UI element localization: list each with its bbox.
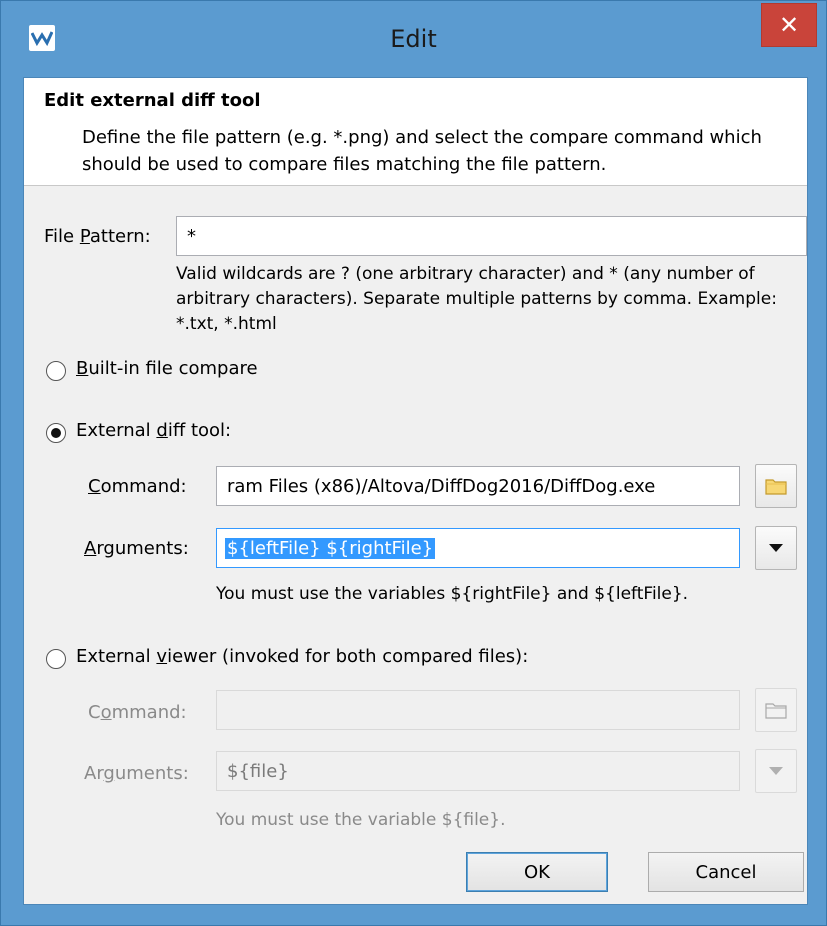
file-pattern-value: * <box>187 225 196 247</box>
external-viewer-radio[interactable] <box>46 649 66 669</box>
viewer-arguments-label: Arguments: <box>84 763 189 784</box>
dialog-window: Edit ✕ Edit external diff tool Define th… <box>0 0 827 926</box>
window-title: Edit <box>390 25 437 53</box>
viewer-arguments-value: ${file} <box>227 760 289 782</box>
viewer-command-input[interactable] <box>216 690 740 730</box>
diff-command-value: ram Files (x86)/Altova/DiffDog2016/DiffD… <box>227 475 656 497</box>
diff-arguments-help: You must use the variables ${rightFile} … <box>216 584 689 604</box>
diff-arguments-rest: rguments: <box>96 538 189 559</box>
file-pattern-label-prefix: File <box>44 226 80 247</box>
diff-arguments-label: Arguments: <box>84 538 189 559</box>
folder-icon <box>765 479 787 495</box>
file-pattern-label: File Pattern: <box>44 226 151 247</box>
folder-icon <box>765 703 787 719</box>
chevron-down-icon <box>769 767 783 775</box>
builtin-mnemonic: B <box>76 358 89 379</box>
external-diff-label-prefix: External <box>76 420 157 441</box>
viewer-command-prefix: C <box>88 702 101 723</box>
file-pattern-input[interactable]: * <box>176 216 807 256</box>
cancel-button[interactable]: Cancel <box>648 852 804 892</box>
header-description: Define the file pattern (e.g. *.png) and… <box>82 127 762 175</box>
diff-command-browse-button[interactable] <box>755 464 797 508</box>
title-bar[interactable]: Edit ✕ <box>1 1 826 77</box>
diff-command-rest: ommand: <box>100 476 187 497</box>
viewer-arguments-dropdown-button[interactable] <box>755 749 797 793</box>
viewer-arguments-help: You must use the variable ${file}. <box>216 810 506 830</box>
file-pattern-label-mnemonic: P <box>79 226 90 247</box>
diff-arguments-dropdown-button[interactable] <box>755 526 797 570</box>
close-button[interactable]: ✕ <box>761 3 817 47</box>
viewer-arguments-input[interactable]: ${file} <box>216 751 740 791</box>
external-diff-radio[interactable] <box>46 423 66 443</box>
external-viewer-label[interactable]: External viewer (invoked for both compar… <box>76 646 528 667</box>
viewer-command-label: Command: <box>88 702 187 723</box>
builtin-compare-radio[interactable] <box>46 361 66 381</box>
diff-arguments-mnemonic: A <box>84 538 97 559</box>
viewer-command-rest: mmand: <box>111 702 187 723</box>
dialog-header: Edit external diff tool Define the file … <box>24 78 807 186</box>
file-pattern-label-suffix: attern: <box>89 226 151 247</box>
dialog-body: Edit external diff tool Define the file … <box>23 77 808 905</box>
file-pattern-help: Valid wildcards are ? (one arbitrary cha… <box>176 264 777 334</box>
viewer-arguments-prefix: Ar <box>84 763 104 784</box>
chevron-down-icon <box>769 544 783 552</box>
external-viewer-label-suffix: iewer (invoked for both compared files): <box>167 646 529 667</box>
external-diff-mnemonic: d <box>156 420 168 441</box>
ok-button[interactable]: OK <box>466 852 608 892</box>
diff-command-mnemonic: C <box>88 476 101 497</box>
external-diff-label-suffix: iff tool: <box>167 420 232 441</box>
external-viewer-label-prefix: External <box>76 646 157 667</box>
diff-arguments-input[interactable]: ${leftFile} ${rightFile} <box>216 528 740 568</box>
builtin-label-rest: uilt-in file compare <box>88 358 258 379</box>
diff-command-input[interactable]: ram Files (x86)/Altova/DiffDog2016/DiffD… <box>216 466 740 506</box>
external-diff-label[interactable]: External diff tool: <box>76 420 231 441</box>
viewer-command-browse-button[interactable] <box>755 688 797 732</box>
close-icon: ✕ <box>778 11 800 39</box>
builtin-compare-label[interactable]: Built-in file compare <box>76 358 258 379</box>
header-title: Edit external diff tool <box>44 90 261 111</box>
viewer-arguments-rest: uments: <box>114 763 189 784</box>
external-viewer-mnemonic: v <box>156 646 168 667</box>
diff-command-label: Command: <box>88 476 187 497</box>
diff-arguments-value: ${leftFile} ${rightFile} <box>225 537 436 559</box>
viewer-arguments-mnemonic: g <box>103 763 115 784</box>
viewer-command-mnemonic: o <box>100 702 112 723</box>
